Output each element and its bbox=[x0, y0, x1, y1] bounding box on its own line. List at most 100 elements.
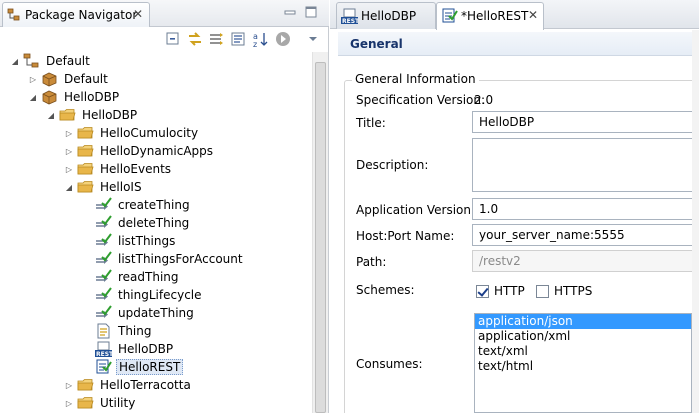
tree-item[interactable]: listThingsForAccount bbox=[82, 250, 245, 268]
svg-text:REST: REST bbox=[342, 18, 358, 24]
description-field[interactable] bbox=[472, 138, 699, 192]
collapsed-arrow-icon[interactable]: ▷ bbox=[64, 376, 74, 394]
navigator-tab-bar: Package Navigator ✕ bbox=[0, 0, 329, 27]
tree-item[interactable]: HelloREST bbox=[82, 358, 184, 376]
consumes-option[interactable]: text/html bbox=[475, 359, 691, 374]
rest-editor-panel: REST HelloDBP *HelloREST ✕ General Gener… bbox=[330, 0, 699, 413]
collapsed-arrow-icon[interactable]: ▷ bbox=[28, 70, 38, 88]
tree-item[interactable]: ▷ Default bbox=[28, 70, 110, 88]
tree-item-label: HelloREST bbox=[116, 359, 184, 375]
collapse-all-icon[interactable] bbox=[164, 30, 182, 48]
collapsed-arrow-icon[interactable]: ▷ bbox=[64, 124, 74, 142]
minimize-icon[interactable] bbox=[283, 5, 297, 19]
tree-item[interactable]: createThing bbox=[82, 196, 192, 214]
consumes-listbox[interactable]: application/json application/xml text/xml t… bbox=[474, 313, 692, 413]
section-header-general[interactable]: General bbox=[338, 32, 699, 56]
close-icon[interactable]: ✕ bbox=[133, 7, 143, 21]
filter-icon[interactable] bbox=[230, 30, 248, 48]
tree-item-label: HelloIS bbox=[100, 180, 142, 194]
tree-item[interactable]: ▷ HelloEvents bbox=[64, 160, 173, 178]
tree-item-label: HelloCumulocity bbox=[100, 126, 199, 140]
app-version-label: Application Version: bbox=[356, 203, 476, 217]
tab-hellorest[interactable]: *HelloREST ✕ bbox=[436, 2, 544, 30]
app-version-field[interactable]: 1.0 bbox=[472, 198, 699, 220]
link-with-editor-icon[interactable] bbox=[186, 30, 204, 48]
tree-item[interactable]: deleteThing bbox=[82, 214, 191, 232]
tab-hellodbp[interactable]: REST HelloDBP bbox=[336, 2, 436, 29]
tree-item-label: HelloDBP bbox=[64, 90, 120, 104]
scheme-http-label: HTTP bbox=[494, 284, 525, 298]
path-label: Path: bbox=[356, 255, 387, 269]
scrollbar-thumb[interactable] bbox=[315, 62, 326, 413]
tree-item[interactable]: listThings bbox=[82, 232, 177, 250]
consumes-option[interactable]: application/xml bbox=[475, 329, 691, 344]
folder-icon bbox=[77, 161, 94, 177]
spec-version-value: 2.0 bbox=[474, 93, 494, 107]
tree-item[interactable]: updateThing bbox=[82, 304, 196, 322]
tree-item[interactable]: ◢ HelloDBP bbox=[46, 106, 139, 124]
sort-alphabetically-icon[interactable]: az bbox=[252, 30, 270, 49]
tree-item-label: HelloDBP bbox=[82, 108, 138, 122]
tree-item-label: HelloTerracotta bbox=[100, 378, 191, 392]
tree-item[interactable]: ◢ HelloIS bbox=[64, 178, 144, 196]
navigator-scrollbar[interactable] bbox=[312, 52, 328, 413]
tree-item[interactable]: ▷ HelloTerracotta bbox=[64, 376, 193, 394]
consumes-option[interactable]: application/json bbox=[475, 314, 691, 329]
title-field[interactable]: HelloDBP bbox=[472, 111, 699, 133]
package-navigator-icon bbox=[7, 8, 21, 25]
folder-icon bbox=[77, 143, 94, 159]
hostport-field[interactable]: your_server_name:5555 bbox=[472, 224, 699, 246]
tab-package-navigator[interactable]: Package Navigator ✕ bbox=[2, 2, 150, 27]
expanded-arrow-icon[interactable]: ◢ bbox=[10, 52, 20, 70]
rest-resource-icon bbox=[95, 359, 112, 375]
tree-item-label: updateThing bbox=[118, 306, 194, 320]
tree-item-label: Utility bbox=[100, 396, 136, 410]
collapsed-arrow-icon[interactable]: ▷ bbox=[64, 160, 74, 178]
service-icon bbox=[95, 233, 112, 249]
tree-item[interactable]: ▷ HelloCumulocity bbox=[64, 124, 200, 142]
tree-item[interactable]: readThing bbox=[82, 268, 181, 286]
tree-item-label: thingLifecycle bbox=[118, 288, 202, 302]
tree-item[interactable]: thingLifecycle bbox=[82, 286, 204, 304]
tree-item[interactable]: ◢ HelloDBP bbox=[28, 88, 121, 106]
scheme-https-checkbox[interactable]: HTTPS bbox=[536, 284, 592, 298]
tree-item-label: HelloEvents bbox=[100, 162, 172, 176]
tree-item-label: deleteThing bbox=[118, 216, 190, 230]
view-menu-icon[interactable] bbox=[304, 30, 322, 48]
run-icon[interactable] bbox=[274, 30, 292, 48]
scheme-http-checkbox[interactable]: HTTP bbox=[476, 284, 525, 298]
checkbox-checked-icon bbox=[476, 284, 489, 298]
tree-item-label: Thing bbox=[118, 324, 152, 338]
expanded-arrow-icon[interactable]: ◢ bbox=[64, 178, 74, 196]
title-label: Title: bbox=[356, 116, 386, 130]
tree-item-label: Default bbox=[46, 54, 90, 68]
close-icon[interactable]: ✕ bbox=[528, 8, 538, 22]
tab-package-navigator-label: Package Navigator bbox=[25, 8, 138, 22]
expanded-arrow-icon[interactable]: ◢ bbox=[28, 88, 38, 106]
editor-scrollbar[interactable] bbox=[692, 30, 699, 413]
collapsed-arrow-icon[interactable]: ▷ bbox=[64, 142, 74, 160]
group-title: General Information bbox=[352, 72, 479, 86]
tree-item[interactable]: ▷ Utility bbox=[64, 394, 137, 412]
tree-item-label: HelloDynamicApps bbox=[100, 144, 214, 158]
collapsed-arrow-icon[interactable]: ▷ bbox=[64, 394, 74, 412]
tree-item[interactable]: ◢ Default bbox=[10, 52, 92, 70]
checkbox-unchecked-icon bbox=[536, 284, 549, 298]
tree-item[interactable]: ▷ HelloDynamicApps bbox=[64, 142, 215, 160]
maximize-icon[interactable] bbox=[304, 5, 318, 19]
folder-icon bbox=[77, 179, 94, 195]
consumes-option[interactable]: text/xml bbox=[475, 344, 691, 359]
document-type-icon bbox=[95, 323, 112, 339]
package-icon bbox=[41, 71, 58, 87]
sync-icon[interactable] bbox=[208, 30, 226, 48]
tree-item-label: listThingsForAccount bbox=[118, 252, 243, 266]
scheme-https-label: HTTPS bbox=[554, 284, 593, 298]
tree-item[interactable]: REST HelloDBP bbox=[82, 340, 175, 358]
schemes-label: Schemes: bbox=[356, 283, 415, 297]
expanded-arrow-icon[interactable]: ◢ bbox=[46, 106, 56, 124]
tree-item[interactable]: Thing bbox=[82, 322, 154, 340]
